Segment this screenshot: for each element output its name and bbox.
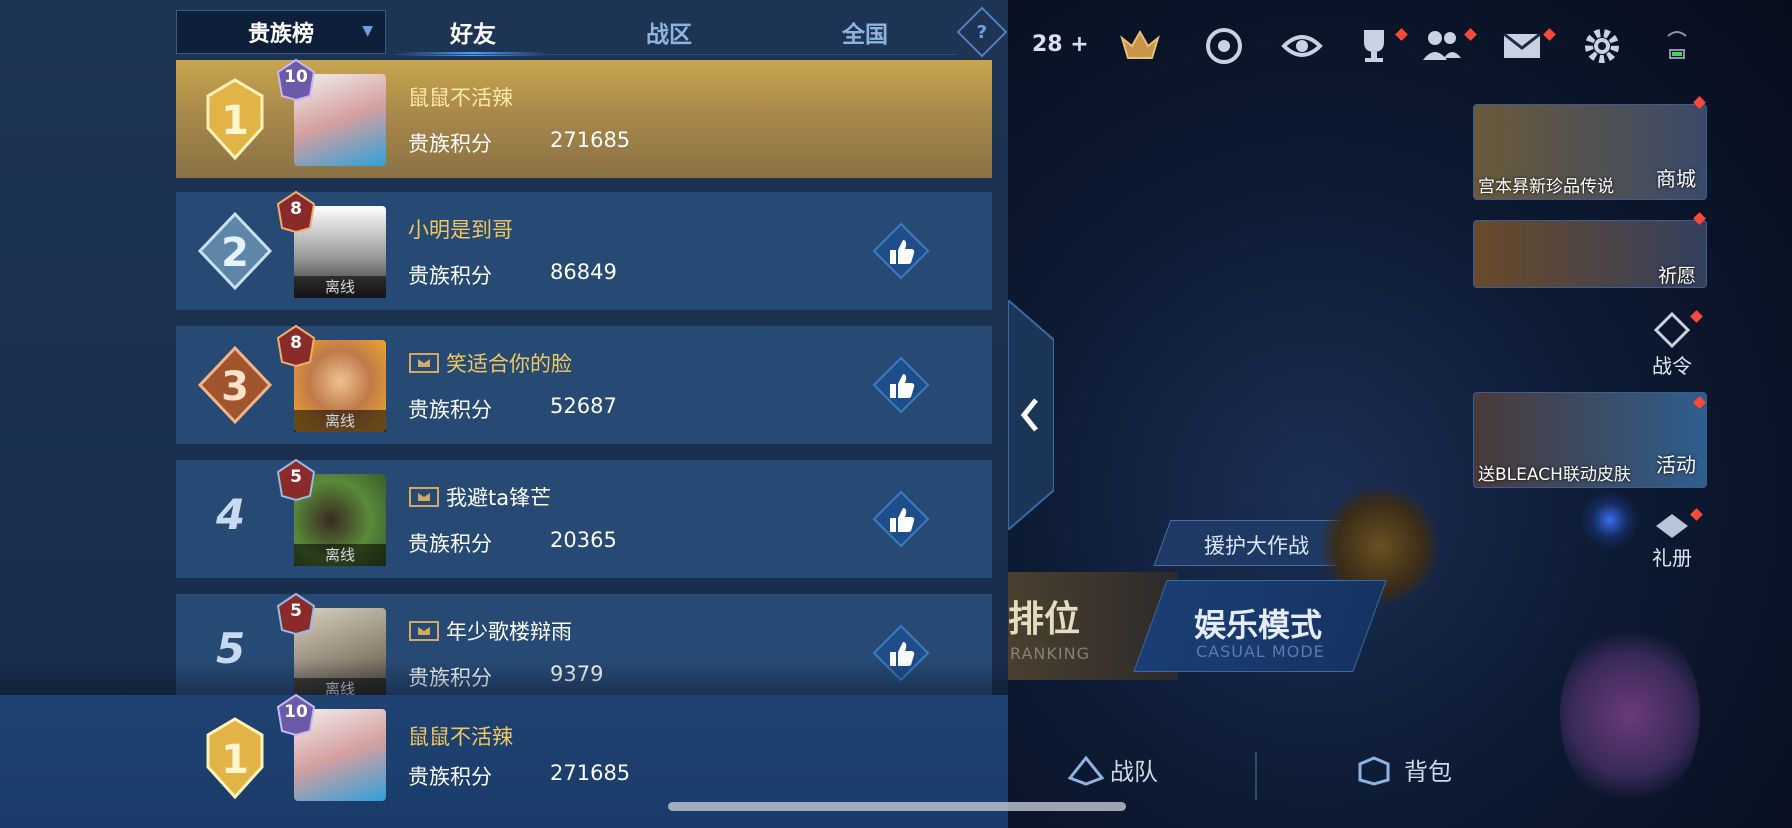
shop-caption: 宫本昪新珍品传说: [1478, 177, 1614, 197]
casual-mode-label: 娱乐模式: [1194, 606, 1323, 644]
level-number: 8: [290, 199, 302, 219]
wish-label: 祈愿: [1657, 265, 1696, 287]
bronze-medal-icon: 3: [197, 345, 273, 425]
score-label: 贵族积分: [408, 398, 492, 422]
player-name: 年少歌楼辩雨: [446, 620, 572, 644]
team-flag-icon: [409, 353, 439, 373]
leaderboard-panel: 贵族榜 ▼ 好友 战区 全国 ? 1 10 鼠鼠不活辣 贵族积分 271685 …: [0, 0, 1008, 828]
pet-character[interactable]: [1560, 620, 1700, 810]
score-value: 52687: [550, 394, 617, 418]
offline-status: 离线: [294, 276, 386, 298]
score-value: 20365: [550, 528, 617, 552]
player-name-group: 年少歌楼辩雨: [408, 616, 572, 646]
rank-number: 1: [221, 737, 249, 783]
bag-icon[interactable]: [1354, 754, 1394, 786]
score-value: 271685: [550, 761, 631, 785]
score-label: 贵族积分: [408, 132, 492, 156]
like-thumbs-up-icon[interactable]: [872, 356, 930, 414]
dropdown-label: 贵族榜: [247, 22, 314, 47]
gold-medal-icon: 1: [206, 78, 264, 161]
tab-national[interactable]: 全国: [790, 10, 940, 54]
event-card[interactable]: 活动 送BLEACH联动皮肤: [1473, 392, 1707, 488]
gift-book-icon[interactable]: [1652, 508, 1692, 542]
ranked-mode-label: 排位: [1008, 599, 1081, 640]
casual-mode-sub: CASUAL MODE: [1196, 642, 1325, 661]
level-number: 10: [284, 67, 308, 87]
friends-icon[interactable]: [1420, 24, 1464, 68]
leaderboard-row[interactable]: 3 离线 8 笑适合你的脸 贵族积分 52687: [176, 324, 992, 444]
rank-crest-icon[interactable]: [1118, 24, 1162, 68]
question-icon: ?: [976, 21, 988, 43]
level-number: 10: [284, 702, 308, 722]
battle-pass-label: 战令: [1652, 354, 1692, 378]
team-icon[interactable]: [1066, 754, 1106, 786]
ranking-type-dropdown[interactable]: 贵族榜 ▼: [176, 10, 386, 54]
rank-number: 3: [221, 364, 249, 410]
settings-gear-icon[interactable]: [1580, 24, 1624, 68]
battery-wifi-icon: [1667, 31, 1687, 59]
player-name: 我避ta锋芒: [446, 486, 552, 510]
event-card-caption: 送BLEACH联动皮肤: [1478, 465, 1631, 485]
like-thumbs-up-icon[interactable]: [872, 222, 930, 280]
player-name: 小明是到哥: [408, 218, 513, 242]
chevron-down-icon: ▼: [362, 23, 373, 39]
collapse-panel-button[interactable]: [1008, 300, 1054, 530]
leaderboard-row[interactable]: 4 离线 5 我避ta锋芒 贵族积分 20365: [176, 458, 992, 578]
event-card-label: 活动: [1656, 453, 1696, 477]
battle-pass-icon[interactable]: [1652, 312, 1692, 348]
trophy-icon[interactable]: [1352, 24, 1396, 68]
ranked-mode-sub: RANKING: [1010, 644, 1090, 663]
rank-number: 1: [221, 98, 249, 144]
team-flag-icon: [409, 487, 439, 507]
leaderboard-row[interactable]: 2 离线 8 小明是到哥 贵族积分 86849: [176, 190, 992, 310]
nav-bag[interactable]: 背包: [1404, 752, 1452, 787]
target-icon[interactable]: [1202, 24, 1246, 68]
score-value: 86849: [550, 260, 617, 284]
player-name: 笑适合你的脸: [446, 352, 572, 376]
friend-count[interactable]: 28 +: [1032, 32, 1089, 57]
player-name: 鼠鼠不活辣: [408, 725, 513, 749]
player-name-group: 笑适合你的脸: [408, 348, 572, 378]
level-number: 8: [290, 333, 302, 353]
score-value: 271685: [550, 128, 631, 152]
help-button[interactable]: ?: [956, 6, 1008, 58]
offline-status: 离线: [294, 544, 386, 566]
list-fade: [0, 660, 1008, 700]
gold-medal-icon: 1: [206, 717, 264, 800]
player-name-group: 我避ta锋芒: [408, 482, 551, 512]
tab-underline: [396, 54, 956, 55]
score-label: 贵族积分: [408, 264, 492, 288]
offline-status: 离线: [294, 410, 386, 432]
rank-number: 2: [221, 230, 249, 276]
level-number: 5: [290, 467, 302, 487]
like-thumbs-up-icon[interactable]: [872, 490, 930, 548]
nav-divider: [1255, 752, 1257, 800]
gift-label: 礼册: [1652, 546, 1692, 570]
player-name: 鼠鼠不活辣: [408, 86, 513, 110]
mail-icon[interactable]: [1500, 24, 1544, 68]
nav-team[interactable]: 战队: [1110, 752, 1158, 787]
leaderboard-header: 贵族榜 ▼ 好友 战区 全国 ?: [176, 6, 1008, 58]
shop-label: 商城: [1656, 167, 1696, 191]
score-label: 贵族积分: [408, 532, 492, 556]
team-flag-icon: [409, 621, 439, 641]
silver-medal-icon: 2: [197, 211, 273, 291]
eye-icon[interactable]: [1280, 24, 1324, 68]
event-banner-label: 援护大作战: [1204, 534, 1309, 558]
rank-number: 4: [216, 490, 246, 539]
ambient-glow: [1580, 490, 1640, 550]
score-label: 贵族积分: [408, 765, 492, 789]
tab-region[interactable]: 战区: [594, 10, 744, 54]
tab-friends[interactable]: 好友: [398, 10, 548, 56]
wish-card[interactable]: 祈愿: [1473, 220, 1707, 288]
leaderboard-row[interactable]: 1 10 鼠鼠不活辣 贵族积分 271685: [176, 58, 992, 178]
home-indicator[interactable]: [668, 802, 1126, 811]
shop-card[interactable]: 商城 宫本昪新珍品传说: [1473, 104, 1707, 200]
level-number: 5: [290, 601, 302, 621]
